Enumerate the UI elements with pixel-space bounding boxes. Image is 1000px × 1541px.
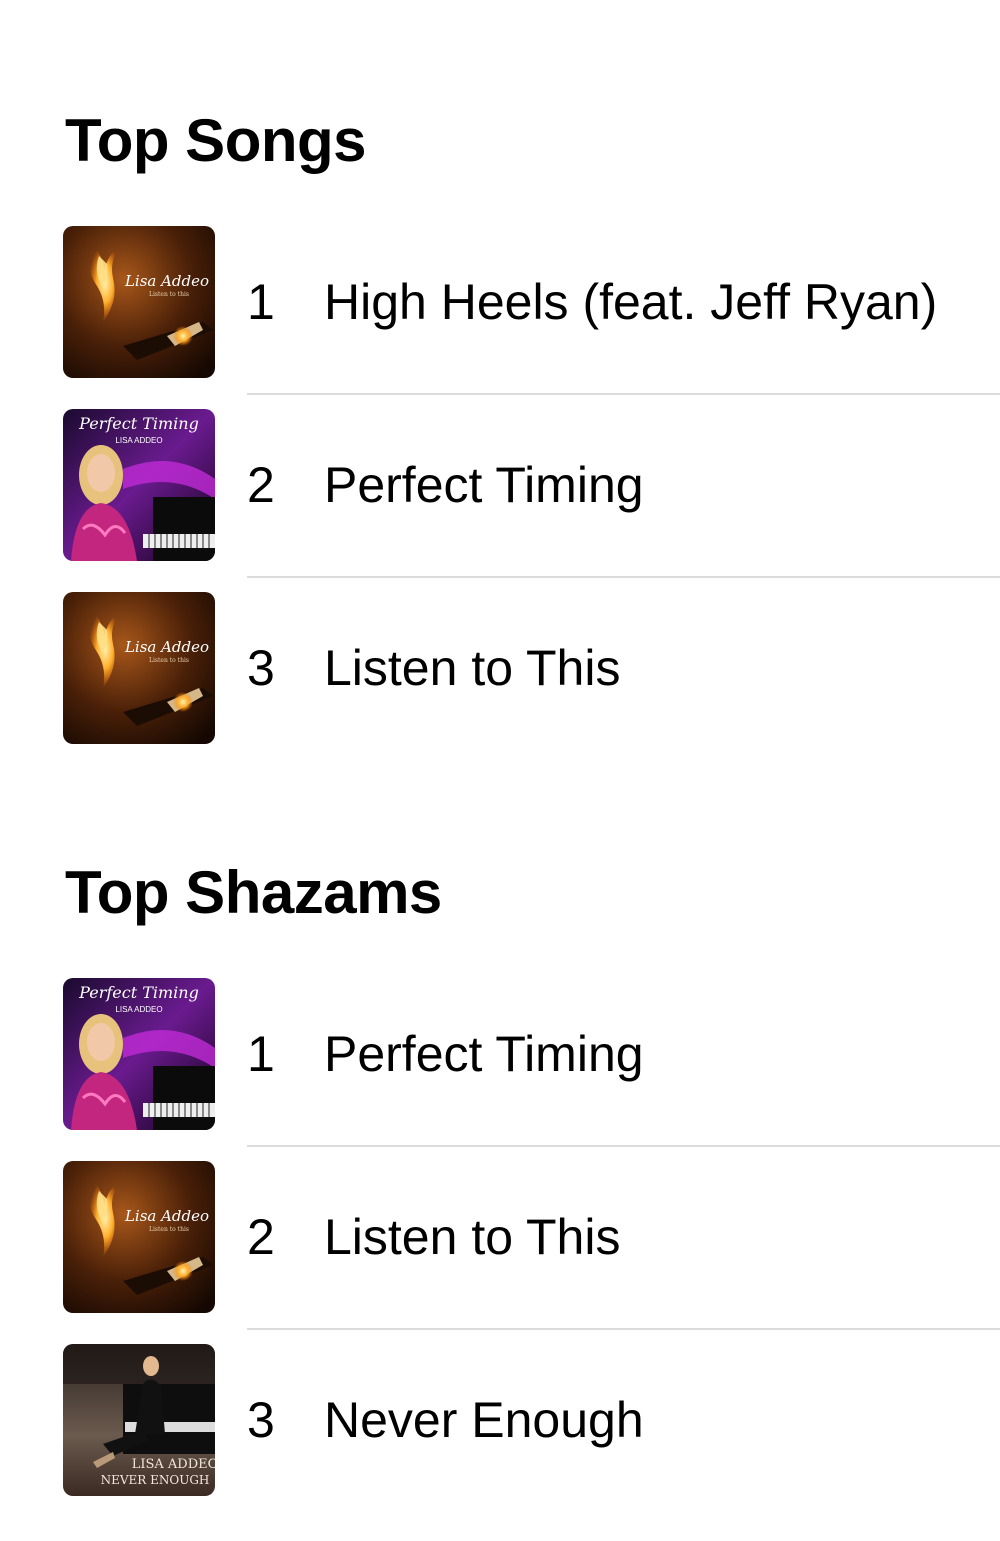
song-row[interactable]: LISA ADDEO NEVER ENOUGH 3 Never Enough: [0, 1344, 1000, 1527]
song-rank: 3: [247, 640, 275, 696]
svg-text:Listen to this: Listen to this: [149, 657, 189, 664]
song-row[interactable]: Perfect Timing LISA ADDEO 1 Perfect Timin…: [0, 978, 1000, 1161]
song-title: High Heels (feat. Jeff Ryan): [324, 274, 938, 330]
svg-text:Perfect Timing: Perfect Timing: [78, 414, 199, 433]
svg-text:LISA ADDEO: LISA ADDEO: [115, 436, 162, 445]
album-artwork: Lisa Addeo Listen to this: [63, 592, 215, 744]
row-divider: [247, 576, 1000, 578]
svg-text:Lisa Addeo: Lisa Addeo: [124, 638, 209, 656]
top-shazams-list: Perfect Timing LISA ADDEO 1 Perfect Timin…: [0, 978, 1000, 1527]
song-row[interactable]: Lisa Addeo Listen to this 1 High Heels (f…: [0, 226, 1000, 409]
song-rank: 2: [247, 1209, 275, 1265]
svg-text:NEVER ENOUGH: NEVER ENOUGH: [101, 1473, 210, 1487]
svg-text:LISA ADDEO: LISA ADDEO: [115, 1005, 162, 1014]
album-artwork-image: Perfect Timing LISA ADDEO: [63, 409, 215, 561]
svg-text:LISA ADDEO: LISA ADDEO: [132, 1457, 215, 1472]
song-title: Perfect Timing: [324, 457, 644, 513]
song-rank: 1: [247, 274, 275, 330]
album-artwork: Perfect Timing LISA ADDEO: [63, 409, 215, 561]
album-artwork: Perfect Timing LISA ADDEO: [63, 978, 215, 1130]
album-artwork-image: Lisa AddeoListen to this: [63, 226, 215, 378]
song-row[interactable]: Lisa Addeo Listen to this 3 Listen to Thi…: [0, 592, 1000, 775]
album-artwork: LISA ADDEO NEVER ENOUGH: [63, 1344, 215, 1496]
song-title: Perfect Timing: [324, 1026, 644, 1082]
song-rank: 1: [247, 1026, 275, 1082]
row-divider: [247, 393, 1000, 395]
top-songs-list: Lisa Addeo Listen to this 1 High Heels (f…: [0, 226, 1000, 775]
album-artwork-image: Perfect Timing LISA ADDEO: [63, 978, 215, 1130]
svg-text:Lisa Addeo: Lisa Addeo: [124, 1207, 209, 1225]
svg-text:Lisa Addeo: Lisa Addeo: [124, 272, 209, 290]
song-row[interactable]: Lisa Addeo Listen to this 2 Listen to Thi…: [0, 1161, 1000, 1344]
album-artwork: Lisa Addeo Listen to this: [63, 226, 215, 378]
song-title: Listen to This: [324, 1209, 621, 1265]
song-rank: 2: [247, 457, 275, 513]
svg-text:Listen to this: Listen to this: [149, 1226, 189, 1233]
svg-text:Perfect Timing: Perfect Timing: [78, 983, 199, 1002]
album-artwork-image: Lisa AddeoListen to this: [63, 592, 215, 744]
album-artwork-image: LISA ADDEONEVER ENOUGH: [63, 1344, 215, 1496]
top-shazams-heading[interactable]: Top Shazams: [65, 858, 442, 928]
song-title: Never Enough: [324, 1392, 644, 1448]
row-divider: [247, 1328, 1000, 1330]
song-row[interactable]: Perfect Timing LISA ADDEO 2 Perfect Timin…: [0, 409, 1000, 592]
song-rank: 3: [247, 1392, 275, 1448]
svg-text:Listen to this: Listen to this: [149, 291, 189, 298]
song-title: Listen to This: [324, 640, 621, 696]
album-artwork: Lisa Addeo Listen to this: [63, 1161, 215, 1313]
album-artwork-image: Lisa AddeoListen to this: [63, 1161, 215, 1313]
top-songs-heading[interactable]: Top Songs: [65, 106, 367, 176]
row-divider: [247, 1145, 1000, 1147]
